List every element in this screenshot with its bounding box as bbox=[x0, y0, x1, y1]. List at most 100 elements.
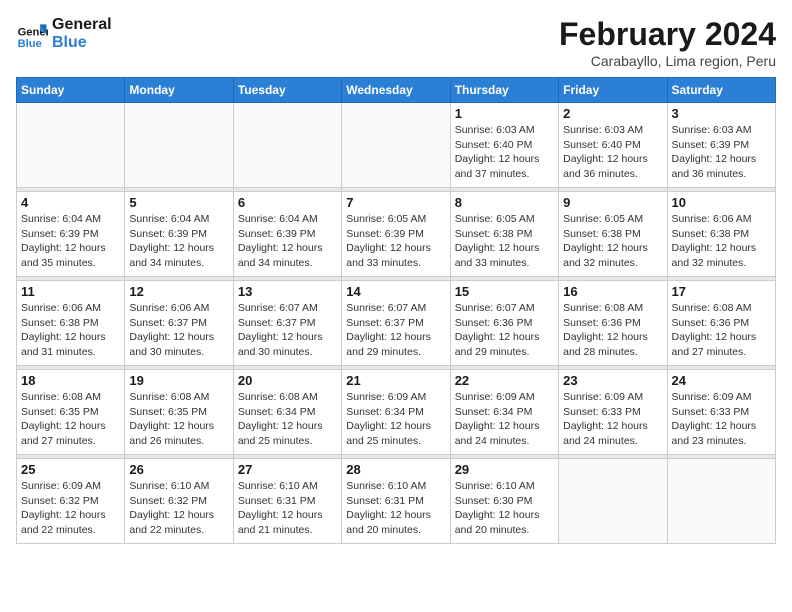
day-info: Sunrise: 6:08 AMSunset: 6:35 PMDaylight:… bbox=[21, 390, 120, 449]
calendar-cell: 2 Sunrise: 6:03 AMSunset: 6:40 PMDaylight… bbox=[559, 103, 667, 188]
day-info: Sunrise: 6:08 AMSunset: 6:34 PMDaylight:… bbox=[238, 390, 337, 449]
day-info: Sunrise: 6:03 AMSunset: 6:40 PMDaylight:… bbox=[455, 123, 554, 182]
day-number: 15 bbox=[455, 284, 554, 299]
calendar-week-2: 4 Sunrise: 6:04 AMSunset: 6:39 PMDaylight… bbox=[17, 192, 776, 277]
calendar-cell: 10Sunrise: 6:06 AMSunset: 6:38 PMDayligh… bbox=[667, 192, 775, 277]
day-number: 4 bbox=[21, 195, 120, 210]
calendar-cell: 5 Sunrise: 6:04 AMSunset: 6:39 PMDaylight… bbox=[125, 192, 233, 277]
calendar-cell: 13Sunrise: 6:07 AMSunset: 6:37 PMDayligh… bbox=[233, 281, 341, 366]
calendar-cell: 25 Sunrise: 6:09 AMSunset: 6:32 PMDayligh… bbox=[17, 459, 125, 544]
calendar-week-3: 11Sunrise: 6:06 AMSunset: 6:38 PMDayligh… bbox=[17, 281, 776, 366]
calendar-week-5: 25 Sunrise: 6:09 AMSunset: 6:32 PMDayligh… bbox=[17, 459, 776, 544]
day-number: 16 bbox=[563, 284, 662, 299]
day-number: 27 bbox=[238, 462, 337, 477]
calendar-cell bbox=[17, 103, 125, 188]
calendar-cell: 21 Sunrise: 6:09 AMSunset: 6:34 PMDayligh… bbox=[342, 370, 450, 455]
day-number: 17 bbox=[672, 284, 771, 299]
day-info: Sunrise: 6:08 AMSunset: 6:36 PMDaylight:… bbox=[672, 301, 771, 360]
logo: General Blue General Blue bbox=[16, 16, 112, 51]
day-number: 21 bbox=[346, 373, 445, 388]
calendar-cell: 6 Sunrise: 6:04 AMSunset: 6:39 PMDaylight… bbox=[233, 192, 341, 277]
day-info: Sunrise: 6:04 AMSunset: 6:39 PMDaylight:… bbox=[21, 212, 120, 271]
logo-icon: General Blue bbox=[16, 18, 48, 50]
day-number: 26 bbox=[129, 462, 228, 477]
day-info: Sunrise: 6:09 AMSunset: 6:32 PMDaylight:… bbox=[21, 479, 120, 538]
day-number: 29 bbox=[455, 462, 554, 477]
calendar-cell: 3Sunrise: 6:03 AMSunset: 6:39 PMDaylight… bbox=[667, 103, 775, 188]
calendar-cell bbox=[342, 103, 450, 188]
day-info: Sunrise: 6:06 AMSunset: 6:38 PMDaylight:… bbox=[21, 301, 120, 360]
header-wednesday: Wednesday bbox=[342, 78, 450, 103]
day-info: Sunrise: 6:07 AMSunset: 6:37 PMDaylight:… bbox=[238, 301, 337, 360]
calendar-cell: 18 Sunrise: 6:08 AMSunset: 6:35 PMDayligh… bbox=[17, 370, 125, 455]
calendar-cell: 12 Sunrise: 6:06 AMSunset: 6:37 PMDayligh… bbox=[125, 281, 233, 366]
day-info: Sunrise: 6:05 AMSunset: 6:39 PMDaylight:… bbox=[346, 212, 445, 271]
day-number: 7 bbox=[346, 195, 445, 210]
calendar-week-1: 1Sunrise: 6:03 AMSunset: 6:40 PMDaylight… bbox=[17, 103, 776, 188]
day-info: Sunrise: 6:05 AMSunset: 6:38 PMDaylight:… bbox=[455, 212, 554, 271]
calendar-cell: 29 Sunrise: 6:10 AMSunset: 6:30 PMDayligh… bbox=[450, 459, 558, 544]
page-subtitle: Carabayllo, Lima region, Peru bbox=[559, 53, 776, 69]
header-tuesday: Tuesday bbox=[233, 78, 341, 103]
day-info: Sunrise: 6:10 AMSunset: 6:30 PMDaylight:… bbox=[455, 479, 554, 538]
day-number: 23 bbox=[563, 373, 662, 388]
day-info: Sunrise: 6:09 AMSunset: 6:34 PMDaylight:… bbox=[346, 390, 445, 449]
day-number: 8 bbox=[455, 195, 554, 210]
svg-text:Blue: Blue bbox=[18, 37, 42, 49]
day-info: Sunrise: 6:10 AMSunset: 6:32 PMDaylight:… bbox=[129, 479, 228, 538]
logo-blue: Blue bbox=[52, 34, 112, 52]
header-friday: Friday bbox=[559, 78, 667, 103]
calendar-week-4: 18 Sunrise: 6:08 AMSunset: 6:35 PMDayligh… bbox=[17, 370, 776, 455]
day-info: Sunrise: 6:07 AMSunset: 6:36 PMDaylight:… bbox=[455, 301, 554, 360]
calendar-cell bbox=[667, 459, 775, 544]
calendar-cell: 11Sunrise: 6:06 AMSunset: 6:38 PMDayligh… bbox=[17, 281, 125, 366]
calendar-cell: 20 Sunrise: 6:08 AMSunset: 6:34 PMDayligh… bbox=[233, 370, 341, 455]
day-info: Sunrise: 6:06 AMSunset: 6:38 PMDaylight:… bbox=[672, 212, 771, 271]
header-saturday: Saturday bbox=[667, 78, 775, 103]
calendar-cell: 16 Sunrise: 6:08 AMSunset: 6:36 PMDayligh… bbox=[559, 281, 667, 366]
calendar-cell: 17 Sunrise: 6:08 AMSunset: 6:36 PMDayligh… bbox=[667, 281, 775, 366]
day-info: Sunrise: 6:04 AMSunset: 6:39 PMDaylight:… bbox=[129, 212, 228, 271]
day-number: 18 bbox=[21, 373, 120, 388]
day-number: 3 bbox=[672, 106, 771, 121]
calendar-cell: 4 Sunrise: 6:04 AMSunset: 6:39 PMDaylight… bbox=[17, 192, 125, 277]
title-area: February 2024 Carabayllo, Lima region, P… bbox=[559, 16, 776, 69]
day-number: 6 bbox=[238, 195, 337, 210]
logo-general: General bbox=[52, 16, 112, 34]
header-thursday: Thursday bbox=[450, 78, 558, 103]
calendar-cell: 22 Sunrise: 6:09 AMSunset: 6:34 PMDayligh… bbox=[450, 370, 558, 455]
page-header: General Blue General Blue February 2024 … bbox=[16, 16, 776, 69]
calendar-cell: 26 Sunrise: 6:10 AMSunset: 6:32 PMDayligh… bbox=[125, 459, 233, 544]
calendar-cell bbox=[233, 103, 341, 188]
calendar-cell: 15 Sunrise: 6:07 AMSunset: 6:36 PMDayligh… bbox=[450, 281, 558, 366]
calendar-cell: 23Sunrise: 6:09 AMSunset: 6:33 PMDayligh… bbox=[559, 370, 667, 455]
day-info: Sunrise: 6:04 AMSunset: 6:39 PMDaylight:… bbox=[238, 212, 337, 271]
calendar-cell: 28 Sunrise: 6:10 AMSunset: 6:31 PMDayligh… bbox=[342, 459, 450, 544]
header-monday: Monday bbox=[125, 78, 233, 103]
day-number: 5 bbox=[129, 195, 228, 210]
calendar-header-row: SundayMondayTuesdayWednesdayThursdayFrid… bbox=[17, 78, 776, 103]
day-info: Sunrise: 6:07 AMSunset: 6:37 PMDaylight:… bbox=[346, 301, 445, 360]
day-number: 28 bbox=[346, 462, 445, 477]
day-info: Sunrise: 6:10 AMSunset: 6:31 PMDaylight:… bbox=[238, 479, 337, 538]
day-number: 19 bbox=[129, 373, 228, 388]
day-number: 20 bbox=[238, 373, 337, 388]
calendar-cell: 7 Sunrise: 6:05 AMSunset: 6:39 PMDaylight… bbox=[342, 192, 450, 277]
day-info: Sunrise: 6:09 AMSunset: 6:34 PMDaylight:… bbox=[455, 390, 554, 449]
day-info: Sunrise: 6:06 AMSunset: 6:37 PMDaylight:… bbox=[129, 301, 228, 360]
day-number: 12 bbox=[129, 284, 228, 299]
day-number: 14 bbox=[346, 284, 445, 299]
header-sunday: Sunday bbox=[17, 78, 125, 103]
day-info: Sunrise: 6:08 AMSunset: 6:36 PMDaylight:… bbox=[563, 301, 662, 360]
day-number: 25 bbox=[21, 462, 120, 477]
calendar-cell: 24Sunrise: 6:09 AMSunset: 6:33 PMDayligh… bbox=[667, 370, 775, 455]
day-info: Sunrise: 6:10 AMSunset: 6:31 PMDaylight:… bbox=[346, 479, 445, 538]
day-info: Sunrise: 6:03 AMSunset: 6:40 PMDaylight:… bbox=[563, 123, 662, 182]
day-info: Sunrise: 6:05 AMSunset: 6:38 PMDaylight:… bbox=[563, 212, 662, 271]
calendar-table: SundayMondayTuesdayWednesdayThursdayFrid… bbox=[16, 77, 776, 544]
calendar-cell: 27 Sunrise: 6:10 AMSunset: 6:31 PMDayligh… bbox=[233, 459, 341, 544]
day-number: 24 bbox=[672, 373, 771, 388]
calendar-cell: 14 Sunrise: 6:07 AMSunset: 6:37 PMDayligh… bbox=[342, 281, 450, 366]
day-number: 2 bbox=[563, 106, 662, 121]
day-number: 22 bbox=[455, 373, 554, 388]
